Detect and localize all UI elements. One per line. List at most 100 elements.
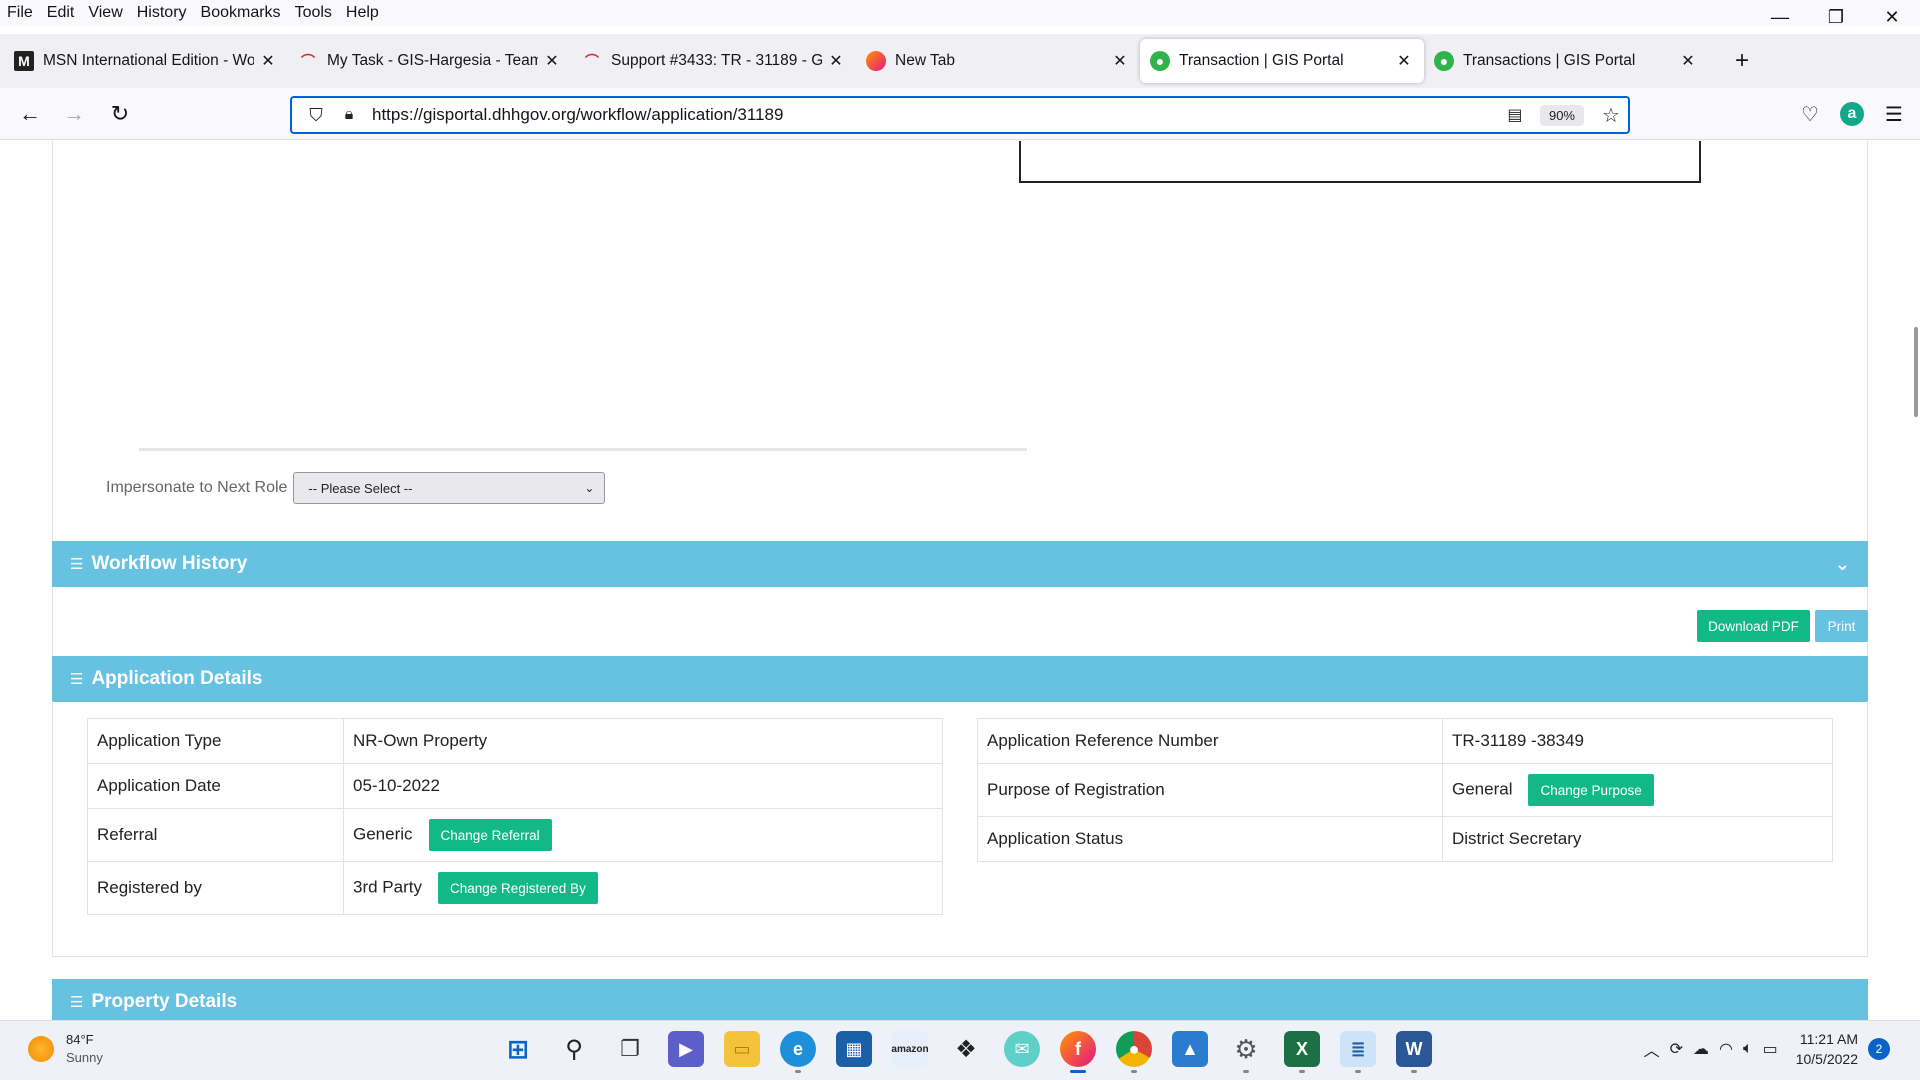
close-icon[interactable]: ✕	[258, 51, 278, 71]
menu-edit[interactable]: Edit	[40, 4, 82, 22]
search-icon[interactable]: ⚲	[556, 1031, 592, 1067]
tab-new-tab[interactable]: New Tab ✕	[856, 39, 1140, 83]
forward-button[interactable]: →	[58, 98, 90, 130]
chrome-icon[interactable]: ●	[1116, 1031, 1152, 1073]
settings-gear-icon[interactable]: ⚙	[1228, 1031, 1264, 1073]
wifi-icon[interactable]: ◠	[1719, 1039, 1733, 1059]
menu-file[interactable]: File	[0, 4, 40, 22]
msn-icon: M	[14, 51, 34, 71]
microsoft-store-icon[interactable]: ▦	[836, 1031, 872, 1067]
field-label: Application Type	[87, 718, 344, 764]
panel-title: Application Details	[91, 668, 263, 689]
weather-text: 84°F Sunny	[66, 1031, 103, 1067]
field-value: NR-Own Property	[343, 718, 943, 764]
close-icon[interactable]: ✕	[1678, 51, 1698, 71]
dropbox-icon[interactable]: ❖	[948, 1031, 984, 1067]
panel-title: Property Details	[91, 991, 238, 1012]
close-icon[interactable]: ✕	[1110, 51, 1130, 71]
photos-icon[interactable]: ▲	[1172, 1031, 1208, 1067]
chevron-down-icon: ⌄	[584, 481, 595, 495]
word-icon[interactable]: W	[1396, 1031, 1432, 1073]
field-value-cell: 3rd Party Change Registered By	[343, 861, 943, 915]
field-value: Generic	[353, 824, 413, 844]
menu-view[interactable]: View	[81, 4, 129, 22]
application-details-left-table: Application Type NR-Own Property Applica…	[87, 718, 943, 915]
download-pdf-button[interactable]: Download PDF	[1697, 610, 1810, 642]
field-label: Application Date	[87, 763, 344, 809]
close-icon[interactable]: ✕	[1394, 51, 1414, 71]
reader-view-icon[interactable]: ▤	[1500, 105, 1530, 125]
change-referral-button[interactable]: Change Referral	[428, 819, 552, 851]
clock[interactable]: 11:21 AM 10/5/2022	[1796, 1029, 1858, 1069]
table-row: Registered by 3rd Party Change Registered…	[87, 861, 943, 915]
restore-button[interactable]: ❐	[1808, 0, 1864, 34]
battery-icon[interactable]: ▭	[1763, 1039, 1778, 1059]
weather-widget[interactable]: 84°F Sunny	[28, 1031, 103, 1067]
property-details-header[interactable]: ☰ Property Details	[52, 979, 1868, 1020]
new-tab-button[interactable]: +	[1722, 41, 1762, 81]
next-role-select[interactable]: -- Please Select -- ⌄	[293, 472, 606, 504]
clock-time: 11:21 AM	[1799, 1031, 1858, 1047]
onedrive-cloud-icon[interactable]: ☁	[1693, 1039, 1709, 1059]
tab-transactions[interactable]: ● Transactions | GIS Portal ✕	[1424, 39, 1708, 83]
print-button[interactable]: Print	[1815, 610, 1868, 642]
teams-chat-icon[interactable]: ▶	[668, 1031, 704, 1067]
minimize-button[interactable]: —	[1752, 0, 1808, 34]
amazon-icon[interactable]: amazon	[891, 1031, 929, 1067]
chevron-down-icon[interactable]: ⌄	[1835, 554, 1850, 575]
taskbar: 84°F Sunny ⊞ ⚲ ❐ ▶ ▭ e ▦ amazon ❖ ✉ f ● …	[0, 1020, 1920, 1080]
edge-icon[interactable]: e	[780, 1031, 816, 1073]
chevron-up-icon[interactable]: ︿	[1644, 1037, 1660, 1061]
menu-bookmarks[interactable]: Bookmarks	[194, 4, 288, 22]
workflow-history-header[interactable]: ☰ Workflow History ⌄	[52, 541, 1868, 587]
tab-title: Transaction | GIS Portal	[1179, 52, 1344, 69]
change-purpose-button[interactable]: Change Purpose	[1528, 774, 1654, 806]
list-icon: ☰	[70, 994, 84, 1011]
back-button[interactable]: ←	[14, 98, 46, 130]
field-value: 05-10-2022	[343, 763, 943, 809]
reload-button[interactable]: ↻	[104, 98, 136, 130]
shield-icon[interactable]: ⛉	[298, 105, 334, 126]
weather-temp: 84°F	[66, 1032, 94, 1047]
file-explorer-icon[interactable]: ▭	[724, 1031, 760, 1067]
firefox-icon[interactable]: f	[1060, 1031, 1096, 1073]
tab-support[interactable]: ⌒ Support #3433: TR - 31189 - GIS ✕	[572, 39, 856, 83]
close-window-button[interactable]: ✕	[1864, 0, 1920, 34]
clock-date: 10/5/2022	[1795, 1051, 1858, 1067]
change-registered-by-button[interactable]: Change Registered By	[437, 872, 598, 904]
menu-tools[interactable]: Tools	[288, 4, 339, 22]
windows-start-icon[interactable]: ⊞	[500, 1031, 536, 1067]
task-view-icon[interactable]: ❐	[612, 1031, 648, 1067]
bookmark-star-icon[interactable]: ☆	[1594, 103, 1628, 128]
notification-badge[interactable]: 2	[1868, 1038, 1890, 1060]
field-label: Purpose of Registration	[977, 763, 1443, 817]
sync-icon[interactable]: ⟳	[1670, 1039, 1683, 1059]
close-icon[interactable]: ✕	[542, 51, 562, 71]
tab-msn[interactable]: M MSN International Edition - Wo ✕	[4, 39, 288, 83]
pocket-icon[interactable]: ♡	[1794, 98, 1826, 130]
list-icon: ☰	[70, 671, 84, 688]
panel-title: Workflow History	[91, 553, 248, 574]
application-details-header[interactable]: ☰ Application Details	[52, 656, 1868, 702]
field-value-cell: Generic Change Referral	[343, 808, 943, 862]
gis-portal-icon: ●	[1434, 51, 1454, 71]
redmine-icon: ⌒	[585, 53, 599, 69]
navigation-bar: ← → ↻ ⛉ 🔒︎ https://gisportal.dhhgov.org/…	[0, 88, 1920, 140]
menu-help[interactable]: Help	[339, 4, 386, 22]
mail-app-icon[interactable]: ✉	[1004, 1031, 1040, 1067]
excel-icon[interactable]: X	[1284, 1031, 1320, 1073]
scrollbar-thumb[interactable]	[1914, 327, 1918, 417]
account-icon[interactable]: a	[1840, 102, 1864, 126]
url-bar[interactable]: ⛉ 🔒︎ https://gisportal.dhhgov.org/workfl…	[290, 96, 1630, 134]
tab-my-task[interactable]: ⌒ My Task - GIS-Hargesia - Teams ✕	[288, 39, 572, 83]
tab-transaction[interactable]: ● Transaction | GIS Portal ✕	[1140, 39, 1424, 83]
zoom-level[interactable]: 90%	[1539, 104, 1584, 126]
volume-icon[interactable]: 🔈︎	[1743, 1040, 1753, 1058]
menu-history[interactable]: History	[130, 4, 194, 22]
field-value: 3rd Party	[353, 877, 422, 897]
lock-icon[interactable]: 🔒︎	[334, 106, 364, 124]
menu-icon[interactable]: ☰	[1878, 98, 1910, 130]
close-icon[interactable]: ✕	[826, 51, 846, 71]
url-input[interactable]: https://gisportal.dhhgov.org/workflow/ap…	[372, 105, 1500, 125]
notepad-icon[interactable]: ≣	[1340, 1031, 1376, 1073]
